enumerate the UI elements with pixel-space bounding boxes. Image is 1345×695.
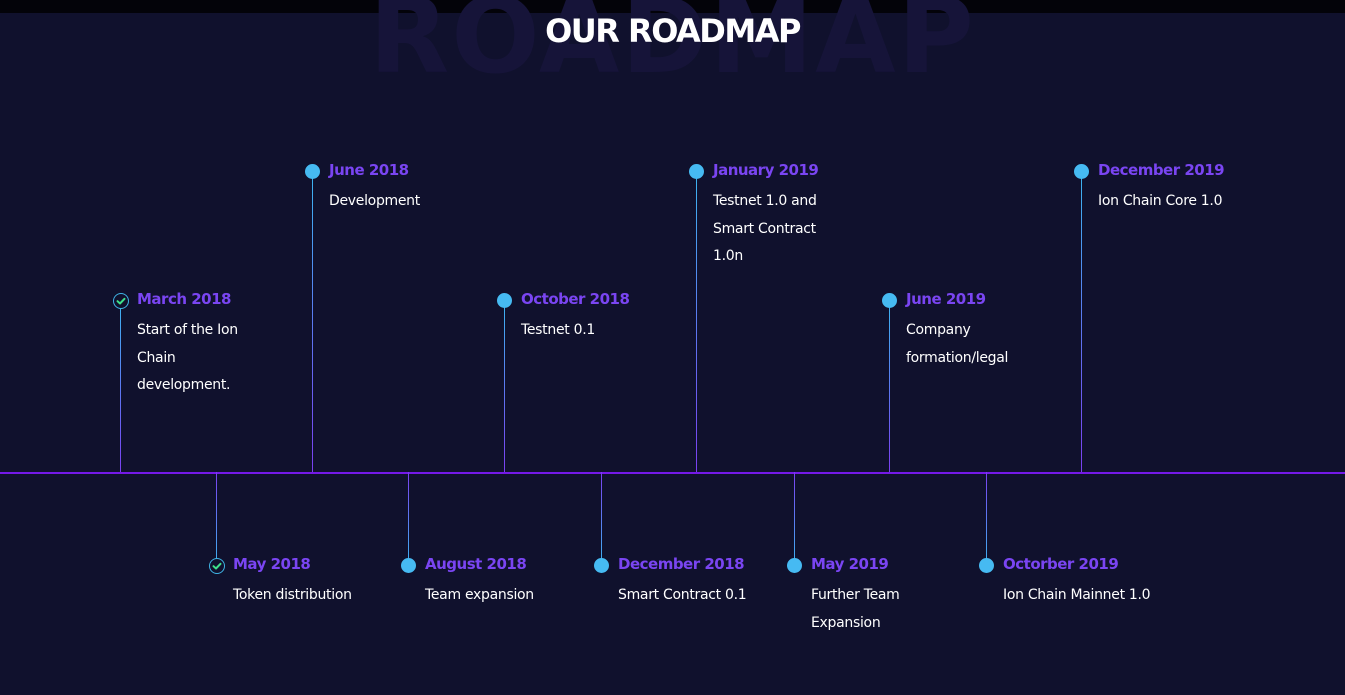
milestone-description: Testnet 0.1 [521,322,595,338]
milestone-date: June 2019 [906,290,986,308]
milestone-connector [696,172,697,472]
milestone-dot [594,558,609,573]
milestone-date: May 2019 [811,555,889,573]
milestone-description: Smart Contract 0.1 [618,587,747,603]
milestone-description: Further Team Expansion [811,587,900,631]
milestone-dot [689,164,704,179]
milestone-connector [1081,172,1082,472]
checkmark-icon [116,297,126,305]
milestone-dot [787,558,802,573]
milestone-connector [889,301,890,472]
milestone-dot [305,164,320,179]
milestone-date: March 2018 [137,290,232,308]
milestone-date: Octorber 2019 [1003,555,1119,573]
milestone-description: Start of the Ion Chain development. [137,322,238,393]
milestone-dot [979,558,994,573]
milestone-date: August 2018 [425,555,527,573]
milestone-description: Ion Chain Mainnet 1.0 [1003,587,1151,603]
milestone-description: Token distribution [233,587,352,603]
timeline-axis [0,472,1345,474]
milestone-description: Testnet 1.0 and Smart Contract 1.0n [713,193,817,264]
milestone-date: October 2018 [521,290,630,308]
milestone-connector [120,301,121,472]
milestone-dot [401,558,416,573]
milestone-description: Ion Chain Core 1.0 [1098,193,1223,209]
checkmark-icon [212,562,222,570]
milestone-dot [882,293,897,308]
milestone-connector [312,172,313,472]
milestone-connector [794,472,795,566]
milestone-description: Company formation/legal [906,322,1009,366]
milestone-connector [504,301,505,472]
milestone-date: May 2018 [233,555,311,573]
check-circle-icon [209,558,225,574]
page-title: OUR ROADMAP [545,12,801,50]
check-circle-icon [113,293,129,309]
milestone-dot [1074,164,1089,179]
milestone-connector [408,472,409,566]
milestone-connector [986,472,987,566]
milestone-dot [497,293,512,308]
milestone-connector [601,472,602,566]
milestone-date: December 2018 [618,555,745,573]
milestone-description: Development [329,193,420,209]
milestone-description: Team expansion [425,587,534,603]
milestone-date: June 2018 [329,161,409,179]
milestone-connector [216,472,217,566]
milestone-date: January 2019 [713,161,819,179]
milestone-date: December 2019 [1098,161,1225,179]
